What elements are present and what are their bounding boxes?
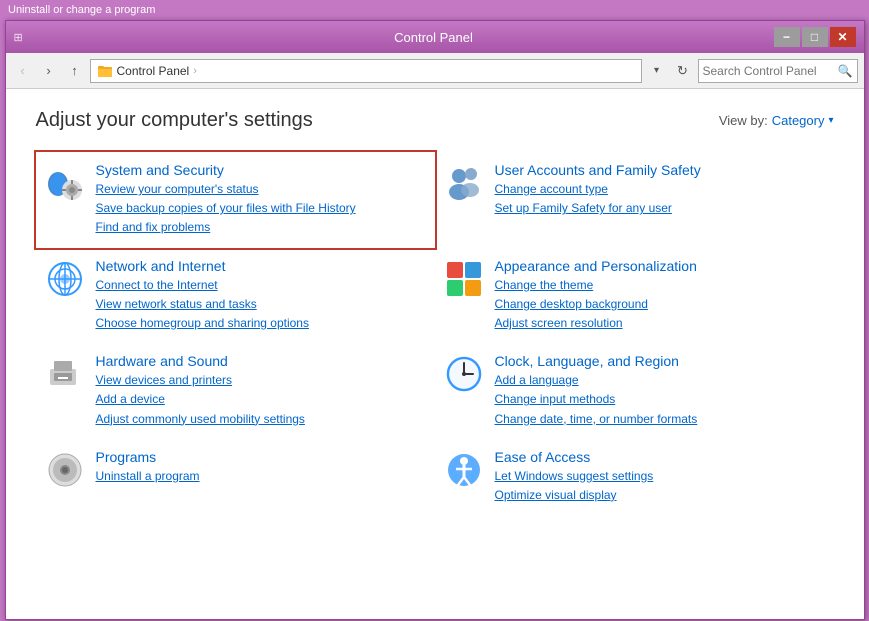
- categories-grid: System and Security Review your computer'…: [36, 152, 834, 515]
- programs-link[interactable]: Uninstall a program: [96, 467, 200, 486]
- appearance-icon: [443, 258, 485, 300]
- clock-language-title[interactable]: Clock, Language, and Region: [495, 353, 698, 369]
- hardware-sound-link[interactable]: Adjust commonly used mobility settings: [96, 410, 305, 429]
- page-title: Adjust your computer's settings: [36, 109, 313, 132]
- network-internet-link[interactable]: View network status and tasks: [96, 295, 309, 314]
- clock-language-link[interactable]: Change date, time, or number formats: [495, 410, 698, 429]
- path-dropdown-button[interactable]: ▾: [646, 60, 668, 82]
- programs-title[interactable]: Programs: [96, 449, 200, 465]
- hardware-sound-link[interactable]: Add a device: [96, 390, 305, 409]
- view-by-label: View by:: [719, 113, 768, 128]
- clock-language-link[interactable]: Change input methods: [495, 390, 698, 409]
- address-bar: ‹ › ↑ Control Panel › ▾ ↻ 🔍: [6, 53, 864, 89]
- search-input[interactable]: [703, 64, 838, 78]
- ease-of-access-title[interactable]: Ease of Access: [495, 449, 654, 465]
- forward-button[interactable]: ›: [38, 60, 60, 82]
- user-accounts-title[interactable]: User Accounts and Family Safety: [495, 162, 701, 178]
- ease-of-access-icon: [443, 449, 485, 491]
- path-label: Control Panel: [117, 64, 190, 78]
- appearance-text: Appearance and Personalization Change the…: [495, 258, 697, 334]
- programs-text: Programs Uninstall a program: [96, 449, 200, 486]
- user-accounts-text: User Accounts and Family Safety Change ac…: [495, 162, 701, 218]
- folder-icon: [97, 63, 113, 79]
- address-path[interactable]: Control Panel ›: [90, 59, 642, 83]
- category-item-system-security[interactable]: System and Security Review your computer'…: [34, 150, 437, 250]
- close-button[interactable]: ✕: [830, 27, 856, 47]
- hardware-sound-text: Hardware and Sound View devices and print…: [96, 353, 305, 429]
- view-by-control: View by: Category ▾: [719, 113, 834, 128]
- maximize-button[interactable]: □: [802, 27, 828, 47]
- appearance-link[interactable]: Change desktop background: [495, 295, 697, 314]
- system-security-title[interactable]: System and Security: [96, 162, 356, 178]
- control-panel-window: ⊞ Control Panel − □ ✕ ‹ › ↑ Control Pane…: [5, 20, 865, 620]
- back-button[interactable]: ‹: [12, 60, 34, 82]
- appearance-link[interactable]: Change the theme: [495, 276, 697, 295]
- title-bar: ⊞ Control Panel − □ ✕: [6, 21, 864, 53]
- up-button[interactable]: ↑: [64, 60, 86, 82]
- system-security-link[interactable]: Find and fix problems: [96, 218, 356, 237]
- window-controls: − □ ✕: [774, 27, 856, 47]
- clock-language-link[interactable]: Add a language: [495, 371, 698, 390]
- window-icon-area: ⊞: [14, 31, 94, 44]
- user-accounts-icon: [443, 162, 485, 204]
- minimize-button[interactable]: −: [774, 27, 800, 47]
- ease-of-access-link[interactable]: Optimize visual display: [495, 486, 654, 505]
- appearance-title[interactable]: Appearance and Personalization: [495, 258, 697, 274]
- network-internet-icon: [44, 258, 86, 300]
- system-security-text: System and Security Review your computer'…: [96, 162, 356, 238]
- category-item-hardware-sound[interactable]: Hardware and Sound View devices and print…: [36, 343, 435, 439]
- main-content: Adjust your computer's settings View by:…: [6, 89, 864, 619]
- user-accounts-link[interactable]: Change account type: [495, 180, 701, 199]
- category-item-appearance[interactable]: Appearance and Personalization Change the…: [435, 248, 834, 344]
- hardware-sound-icon: [44, 353, 86, 395]
- content-header: Adjust your computer's settings View by:…: [36, 109, 834, 132]
- search-icon: 🔍: [838, 64, 853, 78]
- clock-language-icon: [443, 353, 485, 395]
- view-by-value[interactable]: Category: [772, 113, 825, 128]
- hardware-sound-title[interactable]: Hardware and Sound: [96, 353, 305, 369]
- programs-icon: [44, 449, 86, 491]
- network-internet-text: Network and Internet Connect to the Inter…: [96, 258, 309, 334]
- taskbar-hint-text: Uninstall or change a program: [8, 4, 155, 16]
- search-box: 🔍: [698, 59, 858, 83]
- category-item-network-internet[interactable]: Network and Internet Connect to the Inter…: [36, 248, 435, 344]
- window-title: Control Panel: [94, 30, 774, 45]
- category-item-user-accounts[interactable]: User Accounts and Family Safety Change ac…: [435, 152, 834, 248]
- view-by-dropdown-arrow[interactable]: ▾: [828, 115, 833, 126]
- appearance-link[interactable]: Adjust screen resolution: [495, 314, 697, 333]
- ease-of-access-text: Ease of Access Let Windows suggest settin…: [495, 449, 654, 505]
- hardware-sound-link[interactable]: View devices and printers: [96, 371, 305, 390]
- refresh-button[interactable]: ↻: [672, 60, 694, 82]
- category-item-clock-language[interactable]: Clock, Language, and Region Add a languag…: [435, 343, 834, 439]
- user-accounts-link[interactable]: Set up Family Safety for any user: [495, 199, 701, 218]
- system-security-link[interactable]: Save backup copies of your files with Fi…: [96, 199, 356, 218]
- clock-language-text: Clock, Language, and Region Add a languag…: [495, 353, 698, 429]
- system-security-icon: [44, 162, 86, 204]
- system-security-link[interactable]: Review your computer's status: [96, 180, 356, 199]
- network-internet-link[interactable]: Choose homegroup and sharing options: [96, 314, 309, 333]
- network-internet-link[interactable]: Connect to the Internet: [96, 276, 309, 295]
- category-item-ease-of-access[interactable]: Ease of Access Let Windows suggest settin…: [435, 439, 834, 515]
- category-item-programs[interactable]: Programs Uninstall a program: [36, 439, 435, 515]
- ease-of-access-link[interactable]: Let Windows suggest settings: [495, 467, 654, 486]
- taskbar-hint: Uninstall or change a program: [0, 0, 869, 20]
- network-internet-title[interactable]: Network and Internet: [96, 258, 309, 274]
- path-separator: ›: [193, 65, 197, 77]
